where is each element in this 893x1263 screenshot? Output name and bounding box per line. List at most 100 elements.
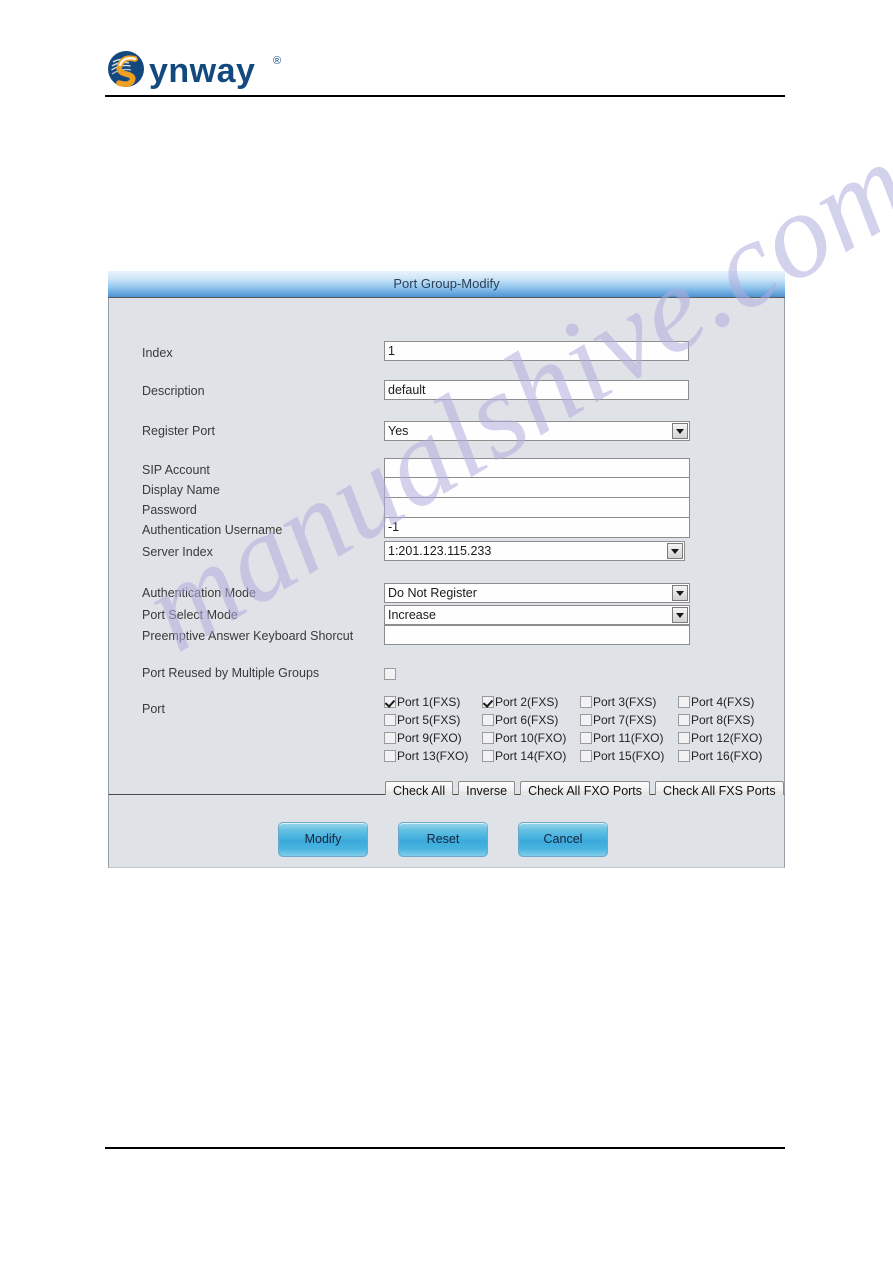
port-checkbox-item[interactable]: Port 13(FXO) (384, 749, 482, 763)
field-port-reused-by-multiple-groups (384, 665, 396, 683)
chevron-down-icon[interactable] (667, 543, 683, 559)
port-reused-checkbox[interactable] (384, 668, 396, 680)
port-checkbox-item[interactable]: Port 7(FXS) (580, 713, 678, 727)
port-checkbox-item[interactable]: Port 3(FXS) (580, 695, 678, 709)
field-index: 1 (384, 341, 689, 361)
port-checkbox[interactable] (678, 732, 690, 744)
authentication-mode-value: Do Not Register (388, 586, 477, 600)
port-checkbox-grid: Port 1(FXS) Port 2(FXS) Port 3(FXS) Port 4(… (384, 695, 774, 767)
port-row: Port 13(FXO) Port 14(FXO) Port 15(FXO) Port… (384, 749, 774, 767)
port-row: Port 1(FXS) Port 2(FXS) Port 3(FXS) Port 4(… (384, 695, 774, 713)
port-row: Port 5(FXS) Port 6(FXS) Port 7(FXS) Port 8(… (384, 713, 774, 731)
port-checkbox[interactable] (482, 696, 494, 708)
chevron-down-icon[interactable] (672, 607, 688, 623)
port-checkbox[interactable] (482, 750, 494, 762)
authentication-mode-select[interactable]: Do Not Register (384, 583, 690, 603)
port-checkbox-label: Port 11(FXO) (593, 731, 664, 745)
logo-wordmark: ynway (149, 52, 255, 90)
port-checkbox-item[interactable]: Port 12(FXO) (678, 731, 776, 745)
label-preemptive-answer-keyboard-shortcut: Preemptive Answer Keyboard Shorcut (142, 629, 354, 643)
port-checkbox[interactable] (384, 732, 396, 744)
port-checkbox-item[interactable]: Port 16(FXO) (678, 749, 776, 763)
label-server-index: Server Index (142, 545, 213, 559)
port-row: Port 9(FXO) Port 10(FXO) Port 11(FXO) Port … (384, 731, 774, 749)
port-checkbox[interactable] (384, 696, 396, 708)
port-checkbox-item[interactable]: Port 11(FXO) (580, 731, 678, 745)
port-checkbox[interactable] (580, 714, 592, 726)
port-checkbox-item[interactable]: Port 14(FXO) (482, 749, 580, 763)
label-password: Password (142, 503, 197, 517)
field-register-port: Yes (384, 421, 690, 441)
port-checkbox-label: Port 16(FXO) (691, 749, 763, 763)
port-checkbox-label: Port 8(FXS) (691, 713, 755, 727)
port-checkbox-item[interactable]: Port 2(FXS) (482, 695, 580, 709)
port-checkbox[interactable] (678, 750, 690, 762)
port-checkbox-label: Port 14(FXO) (495, 749, 567, 763)
register-port-value: Yes (388, 424, 409, 438)
port-select-mode-select[interactable]: Increase (384, 605, 690, 625)
logo-graphic: ynway ® (108, 51, 281, 90)
port-checkbox-item[interactable]: Port 5(FXS) (384, 713, 482, 727)
port-checkbox-label: Port 12(FXO) (691, 731, 763, 745)
register-port-select[interactable]: Yes (384, 421, 690, 441)
port-checkbox-item[interactable]: Port 15(FXO) (580, 749, 678, 763)
port-checkbox-item[interactable]: Port 6(FXS) (482, 713, 580, 727)
label-register-port: Register Port (142, 424, 215, 438)
port-checkbox-label: Port 2(FXS) (495, 695, 559, 709)
field-server-index: 1:201.123.115.233 (384, 541, 685, 561)
port-checkbox[interactable] (384, 750, 396, 762)
chevron-down-icon[interactable] (672, 585, 688, 601)
reset-button[interactable]: Reset (398, 822, 488, 857)
server-index-value: 1:201.123.115.233 (388, 544, 492, 558)
port-checkbox[interactable] (482, 732, 494, 744)
display-name-input[interactable] (384, 478, 690, 498)
port-checkbox[interactable] (580, 696, 592, 708)
index-input[interactable]: 1 (384, 341, 689, 361)
port-checkbox-item[interactable]: Port 1(FXS) (384, 695, 482, 709)
port-checkbox-label: Port 15(FXO) (593, 749, 665, 763)
registered-trademark-icon: ® (273, 55, 281, 67)
label-description: Description (142, 384, 205, 398)
port-group-modify-panel: Port Group-Modify Index 1 Description de… (108, 271, 785, 868)
description-input[interactable]: default (384, 380, 689, 400)
page-header: ynway ® (105, 40, 785, 98)
field-preemptive-answer-keyboard-shortcut (384, 625, 690, 645)
cancel-button[interactable]: Cancel (518, 822, 608, 857)
label-sip-account: SIP Account (142, 463, 210, 477)
form-body: Index 1 Description default Register Por… (108, 298, 785, 802)
form-footer: Modify Reset Cancel (108, 795, 785, 868)
port-checkbox-label: Port 5(FXS) (397, 713, 461, 727)
label-display-name: Display Name (142, 483, 220, 497)
synway-logo: ynway ® (105, 48, 335, 90)
footer-divider (105, 1147, 785, 1149)
modify-button[interactable]: Modify (278, 822, 368, 857)
preemptive-answer-keyboard-shortcut-input[interactable] (384, 625, 690, 645)
port-checkbox-label: Port 9(FXO) (397, 731, 462, 745)
port-checkbox[interactable] (580, 750, 592, 762)
port-checkbox[interactable] (678, 714, 690, 726)
label-index: Index (142, 346, 173, 360)
port-checkbox[interactable] (580, 732, 592, 744)
authentication-username-input[interactable]: -1 (384, 518, 690, 538)
port-checkbox-item[interactable]: Port 4(FXS) (678, 695, 776, 709)
port-checkbox-label: Port 4(FXS) (691, 695, 755, 709)
label-port-select-mode: Port Select Mode (142, 608, 238, 622)
field-description: default (384, 380, 689, 400)
label-authentication-mode: Authentication Mode (142, 586, 256, 600)
field-port-select-mode: Increase (384, 605, 690, 625)
server-index-select[interactable]: 1:201.123.115.233 (384, 541, 685, 561)
port-checkbox[interactable] (482, 714, 494, 726)
password-input[interactable] (384, 498, 690, 518)
port-checkbox-label: Port 1(FXS) (397, 695, 461, 709)
port-checkbox[interactable] (678, 696, 690, 708)
port-checkbox-label: Port 7(FXS) (593, 713, 657, 727)
chevron-down-icon[interactable] (672, 423, 688, 439)
label-authentication-username: Authentication Username (142, 523, 283, 537)
port-checkbox[interactable] (384, 714, 396, 726)
port-checkbox-item[interactable]: Port 10(FXO) (482, 731, 580, 745)
port-checkbox-item[interactable]: Port 9(FXO) (384, 731, 482, 745)
sip-account-input[interactable] (384, 458, 690, 478)
sip-field-stack: -1 (384, 458, 690, 538)
s-swirl-icon (108, 51, 144, 87)
port-checkbox-item[interactable]: Port 8(FXS) (678, 713, 776, 727)
